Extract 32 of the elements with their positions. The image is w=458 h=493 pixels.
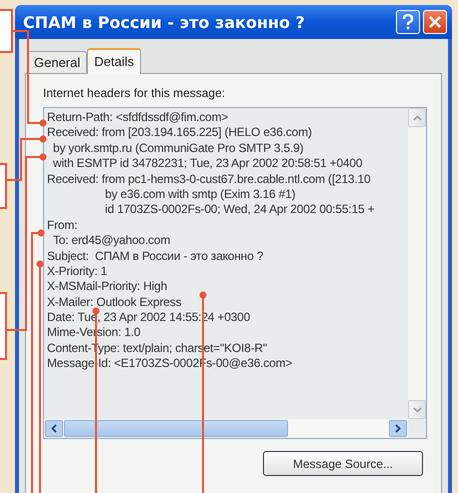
close-button[interactable] [423,10,447,34]
scroll-left-button[interactable] [45,420,63,437]
headers-text-box[interactable] [43,107,427,439]
header-line: Subject: СПАМ в России - это законно ? [47,248,264,264]
tab[interactable]: Details [87,48,141,74]
help-icon [401,14,415,30]
header-line: From: [47,218,78,234]
callout-box [0,9,13,53]
help-button[interactable] [396,10,420,34]
header-line: To: erd45@yahoo.com [52,233,172,249]
message-source-button[interactable]: Message Source... [263,451,423,476]
header-line: id 1703ZS-0002Fs-00; Wed, 24 Apr 2002 00:55:15 + [104,202,376,218]
scroll-up-button[interactable] [408,108,426,127]
window-title: СПАМ в России - это законно ? [22,12,306,32]
headers-label: Internet headers for this message: [43,86,226,101]
vertical-scrollbar[interactable] [408,108,426,419]
header-line: X-Priority: 1 [47,264,108,280]
header-line: with ESMTP id 34782231; Tue, 23 Apr 2002 20:58:51 +0400 [52,156,364,172]
callout-box [0,163,7,209]
scroll-right-button[interactable] [389,420,407,437]
horizontal-scrollbar[interactable] [44,419,408,438]
header-line: Received: from [203.194.165.225] (HELO e36.com) [47,125,313,141]
header-line: X-Mailer: Outlook Express [47,294,182,310]
header-line: by york.smtp.ru (CommuniGate Pro SMTP 3.5.9) [52,140,304,156]
header-line: Received: from pc1-hems3-0-cust67.bre.cable.ntl.com ([213.10 [47,172,372,187]
callout-box [0,292,7,360]
tab[interactable]: General [27,51,88,73]
header-line: X-MSMail-Priority: High [47,279,168,295]
header-line: by e36.com with smtp (Exim 3.16 #1) [104,186,296,202]
header-line: Return-Path: <sfdfdssdf@fim.com> [47,110,230,126]
close-icon [428,15,442,29]
scroll-thumb[interactable] [64,420,288,437]
